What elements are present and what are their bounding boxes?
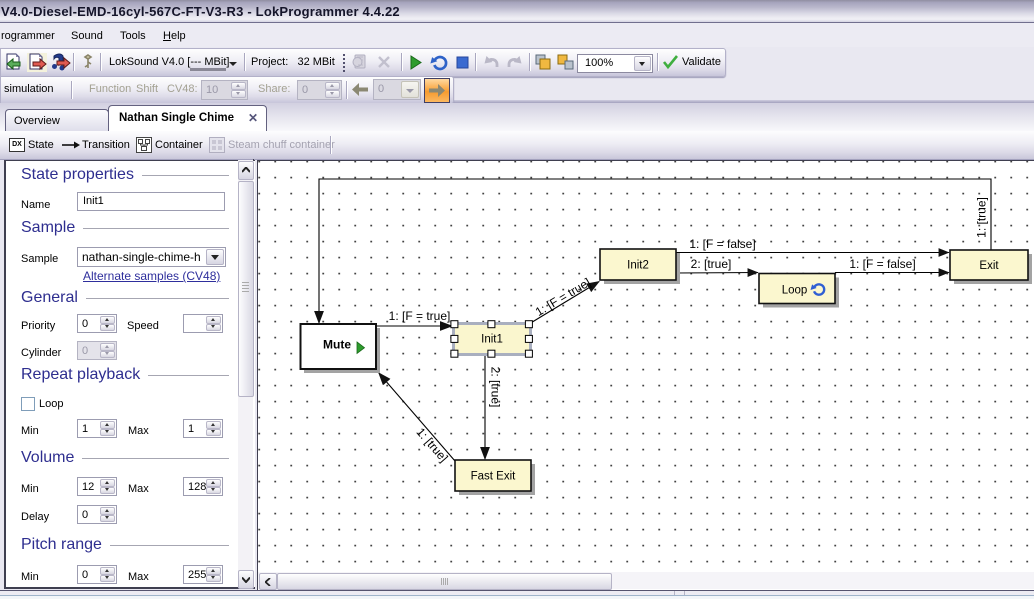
svg-text:1: [true]: 1: [true] — [975, 197, 989, 238]
svg-text:1: [F = true]: 1: [F = true] — [389, 309, 451, 323]
svg-text:Init2: Init2 — [627, 260, 649, 272]
svg-text:Init1: Init1 — [481, 334, 503, 346]
svg-text:1: [F = false]: 1: [F = false] — [849, 257, 915, 271]
svg-text:Mute: Mute — [323, 338, 351, 352]
svg-text:Loop: Loop — [782, 285, 808, 297]
svg-text:2: [true]: 2: [true] — [488, 367, 502, 408]
svg-text:1: [F = false]: 1: [F = false] — [689, 237, 755, 251]
svg-text:Fast Exit: Fast Exit — [471, 471, 517, 483]
svg-text:2: [true]: 2: [true] — [691, 257, 732, 271]
svg-text:Exit: Exit — [979, 260, 999, 272]
